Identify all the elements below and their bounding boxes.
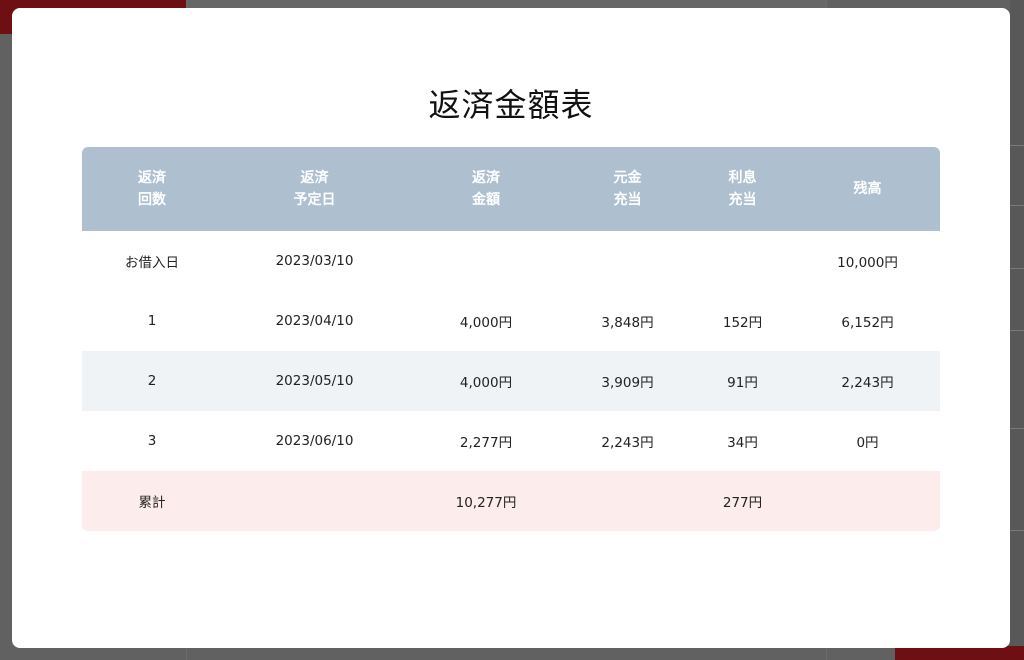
cell-date: 2023/04/10 <box>275 313 354 329</box>
table-row: お借入日 2023/03/10 10,000円 <box>82 231 940 291</box>
cell-date: 2023/06/10 <box>275 433 354 449</box>
header-text: 返済 <box>472 170 500 186</box>
cell-interest: 34円 <box>727 435 758 451</box>
total-interest: 277円 <box>722 495 763 511</box>
cell-installment: 3 <box>147 433 157 449</box>
header-principal: 元金 充当 <box>565 167 690 211</box>
cell-principal: 3,909円 <box>601 375 654 391</box>
cell-balance: 2,243円 <box>841 375 894 391</box>
background-divider <box>1010 330 1024 331</box>
header-text: 返済 <box>138 170 166 186</box>
background-red-button <box>895 646 1024 660</box>
header-scheduled-date: 返済 予定日 <box>222 167 407 211</box>
header-text: 元金 <box>613 170 642 186</box>
header-text: 返済 <box>300 170 329 186</box>
header-installment: 返済 回数 <box>82 167 222 211</box>
header-text: 充当 <box>728 192 757 208</box>
background-header <box>186 0 826 8</box>
header-text: 予定日 <box>293 192 336 208</box>
header-balance: 残高 <box>795 178 940 200</box>
repayment-modal: 返済金額表 返済 回数 返済 予定日 返済 金額 元金 充当 利息 充当 残高 … <box>12 8 1010 648</box>
background-divider <box>1010 428 1024 429</box>
cell-balance: 6,152円 <box>841 315 894 331</box>
cell-amount: 4,000円 <box>459 315 513 331</box>
cell-principal: 3,848円 <box>601 315 654 331</box>
cell-interest: 152円 <box>722 315 763 331</box>
header-text: 残高 <box>853 181 882 197</box>
cell-principal: 2,243円 <box>601 435 654 451</box>
total-label: 累計 <box>138 495 166 511</box>
cell-amount: 4,000円 <box>459 375 513 391</box>
header-text: 回数 <box>138 192 166 208</box>
background-divider <box>1010 268 1024 269</box>
background-divider <box>1010 205 1024 206</box>
background-divider <box>1010 530 1024 531</box>
cell-installment: 2 <box>147 373 157 389</box>
cell-interest: 91円 <box>727 375 758 391</box>
table-header: 返済 回数 返済 予定日 返済 金額 元金 充当 利息 充当 残高 <box>82 147 940 231</box>
header-text: 金額 <box>472 192 500 208</box>
table-row: 1 2023/04/10 4,000円 3,848円 152円 6,152円 <box>82 291 940 351</box>
cell-balance: 0円 <box>856 435 879 451</box>
repayment-table: 返済 回数 返済 予定日 返済 金額 元金 充当 利息 充当 残高 お借入日 2… <box>82 147 940 531</box>
cell-date: 2023/05/10 <box>275 373 354 389</box>
cell-date: 2023/03/10 <box>275 253 354 269</box>
header-text: 利息 <box>728 170 757 186</box>
total-amount: 10,277円 <box>455 495 517 511</box>
background-divider <box>1010 145 1024 146</box>
header-text: 充当 <box>613 192 642 208</box>
cell-balance: 10,000円 <box>837 255 898 271</box>
header-amount: 返済 金額 <box>407 167 565 211</box>
cell-installment: お借入日 <box>125 255 179 271</box>
header-interest: 利息 充当 <box>690 167 795 211</box>
cell-installment: 1 <box>147 313 157 329</box>
modal-title: 返済金額表 <box>428 86 594 124</box>
total-row: 累計 10,277円 277円 <box>82 471 940 531</box>
table-row: 3 2023/06/10 2,277円 2,243円 34円 0円 <box>82 411 940 471</box>
cell-amount: 2,277円 <box>459 435 513 451</box>
table-row: 2 2023/05/10 4,000円 3,909円 91円 2,243円 <box>82 351 940 411</box>
